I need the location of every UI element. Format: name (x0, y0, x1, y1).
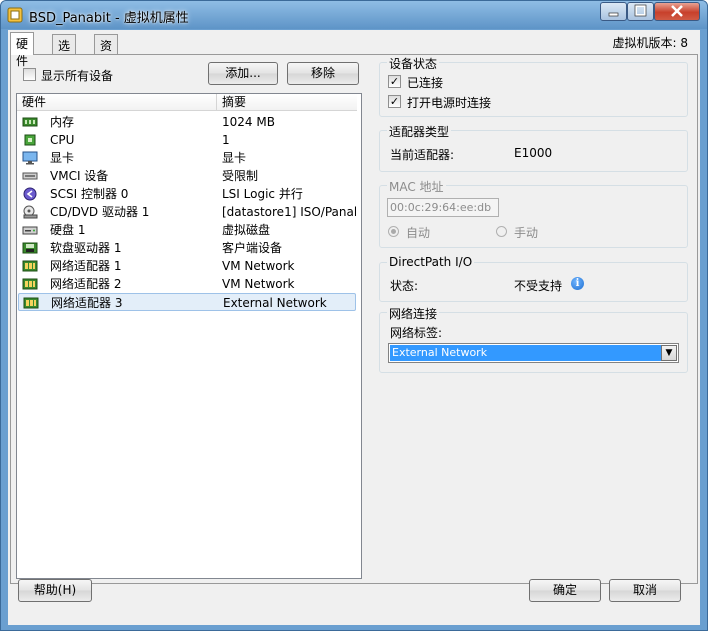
show-all-devices-label: 显示所有设备 (41, 69, 114, 83)
current-adapter-label: 当前适配器: (390, 148, 455, 162)
list-header: 硬件 摘要 (17, 94, 357, 111)
row-summary: External Network (223, 296, 327, 310)
row-summary: LSI Logic 并行 (222, 187, 303, 201)
network-label-select[interactable]: External Network ▼ (388, 343, 679, 363)
table-row[interactable]: CD/DVD 驱动器 1 [datastore1] ISO/Panab... (18, 203, 356, 221)
close-icon (671, 5, 683, 17)
maximize-button[interactable] (627, 2, 654, 21)
network-icon (22, 260, 38, 272)
row-summary: [datastore1] ISO/Panab... (222, 205, 356, 219)
tab-options[interactable]: 选项 (52, 34, 77, 70)
table-row[interactable]: 内存 1024 MB (18, 113, 356, 131)
current-adapter-value: E1000 (514, 146, 553, 160)
row-name: 网络适配器 2 (50, 277, 122, 291)
row-summary: 显卡 (222, 151, 247, 165)
mac-manual-radio[interactable] (496, 226, 507, 237)
harddisk-icon (22, 226, 38, 235)
vm-icon (7, 7, 23, 23)
table-row[interactable]: 硬盘 1 虚拟磁盘 (18, 221, 356, 239)
title-bar[interactable]: BSD_Panabit - 虚拟机属性 (1, 1, 707, 29)
table-row[interactable]: 软盘驱动器 1 客户端设备 (18, 239, 356, 257)
row-name: 硬盘 1 (50, 223, 86, 237)
tab-hardware[interactable]: 硬件 (10, 32, 35, 68)
row-name: SCSI 控制器 0 (50, 187, 129, 201)
network-label-value: External Network (390, 345, 661, 361)
row-name: 网络适配器 1 (50, 259, 122, 273)
network-icon (22, 278, 38, 290)
row-summary: 1024 MB (222, 115, 275, 129)
memory-icon (22, 117, 38, 127)
row-name: 显卡 (50, 151, 75, 165)
table-row[interactable]: 网络适配器 1 VM Network (18, 257, 356, 275)
connected-label: 已连接 (407, 76, 444, 90)
connect-at-power-on-label: 打开电源时连接 (407, 96, 492, 110)
row-name: CPU (50, 133, 75, 147)
hardware-panel: 显示所有设备 添加... 移除 硬件 摘要 内存 1024 MB CPU 1 显… (10, 54, 698, 584)
network-icon (23, 297, 39, 309)
row-name: 内存 (50, 115, 75, 129)
info-icon[interactable]: i (571, 277, 584, 290)
vm-version: 虚拟机版本: 8 (612, 36, 689, 50)
table-row[interactable]: VMCI 设备 受限制 (18, 167, 356, 185)
device-status-title: 设备状态 (387, 55, 440, 72)
row-summary: VM Network (222, 259, 295, 273)
close-button[interactable] (654, 2, 700, 21)
column-summary[interactable]: 摘要 (216, 94, 357, 111)
adapter-type-title: 适配器类型 (387, 123, 452, 140)
network-connection-title: 网络连接 (387, 305, 440, 322)
mac-address-field[interactable]: 00:0c:29:64:ee:db (387, 198, 499, 217)
table-row[interactable]: CPU 1 (18, 131, 356, 149)
directpath-group: DirectPath I/O 状态: 不受支持 i (379, 255, 688, 302)
directpath-status-value: 不受支持 (514, 279, 563, 293)
mac-address-group: MAC 地址 00:0c:29:64:ee:db 自动 手动 (379, 178, 688, 248)
tab-resources[interactable]: 资源 (94, 34, 119, 70)
directpath-title: DirectPath I/O (387, 255, 475, 269)
cancel-button[interactable]: 取消 (609, 579, 681, 602)
row-name: 软盘驱动器 1 (50, 241, 122, 255)
device-status-group: 设备状态 ✓ 已连接 ✓ 打开电源时连接 (379, 55, 688, 117)
table-row[interactable]: 显卡 显卡 (18, 149, 356, 167)
cpu-icon (24, 134, 36, 146)
row-summary: 1 (222, 133, 230, 147)
row-name: CD/DVD 驱动器 1 (50, 205, 150, 219)
network-connection-group: 网络连接 网络标签: External Network ▼ (379, 305, 688, 373)
show-all-devices-checkbox[interactable] (23, 68, 36, 81)
minimize-button[interactable] (600, 2, 627, 21)
minimize-icon (608, 12, 619, 17)
vm-properties-window: BSD_Panabit - 虚拟机属性 硬件 选项 资源 虚拟机版本: 8 显示… (0, 0, 708, 631)
connect-at-power-on-checkbox[interactable]: ✓ (388, 95, 401, 108)
network-label-caption: 网络标签: (390, 326, 443, 340)
directpath-status-label: 状态: (390, 279, 419, 293)
table-row[interactable]: SCSI 控制器 0 LSI Logic 并行 (18, 185, 356, 203)
row-summary: 客户端设备 (222, 241, 283, 255)
vmci-icon (22, 172, 38, 180)
table-row[interactable]: 网络适配器 2 VM Network (18, 275, 356, 293)
hardware-list[interactable]: 硬件 摘要 内存 1024 MB CPU 1 显卡 显卡 VMCI 设备 受限制… (16, 93, 362, 579)
ok-button[interactable]: 确定 (529, 579, 601, 602)
scsi-icon (23, 187, 37, 201)
window-title: BSD_Panabit - 虚拟机属性 (29, 11, 189, 26)
row-name: 网络适配器 3 (51, 296, 123, 310)
add-button[interactable]: 添加... (208, 62, 278, 85)
row-summary: 虚拟磁盘 (222, 223, 271, 237)
display-icon (22, 151, 38, 165)
cdrom-icon (23, 205, 38, 219)
table-row-selected[interactable]: 网络适配器 3 External Network (18, 293, 356, 311)
mac-auto-label: 自动 (406, 226, 431, 240)
row-name: VMCI 设备 (50, 169, 109, 183)
column-hardware[interactable]: 硬件 (17, 94, 216, 111)
floppy-icon (22, 242, 38, 254)
mac-manual-label: 手动 (514, 226, 539, 240)
chevron-down-icon[interactable]: ▼ (661, 345, 677, 361)
dialog-client: 硬件 选项 资源 虚拟机版本: 8 显示所有设备 添加... 移除 硬件 摘要 … (8, 30, 700, 625)
connected-checkbox[interactable]: ✓ (388, 75, 401, 88)
row-summary: VM Network (222, 277, 295, 291)
maximize-icon (634, 4, 647, 17)
mac-address-title: MAC 地址 (387, 178, 446, 195)
adapter-type-group: 适配器类型 当前适配器: E1000 (379, 123, 688, 172)
row-summary: 受限制 (222, 169, 259, 183)
help-button[interactable]: 帮助(H) (18, 579, 92, 602)
remove-button[interactable]: 移除 (287, 62, 359, 85)
mac-auto-radio[interactable] (388, 226, 399, 237)
